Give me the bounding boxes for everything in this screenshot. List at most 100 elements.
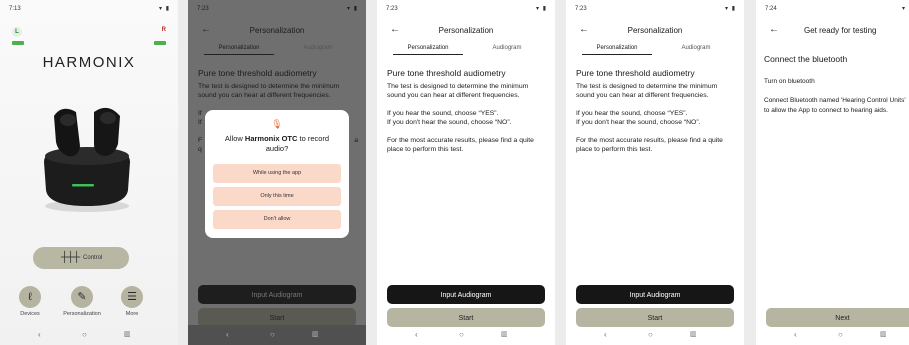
tab-more[interactable]: ☰ More bbox=[102, 286, 162, 317]
question-prefix: Allow bbox=[224, 134, 245, 143]
page-title: Get ready for testing bbox=[804, 26, 877, 35]
right-ear-indicator: R bbox=[161, 27, 166, 33]
section-heading: Pure tone threshold audiometry bbox=[576, 68, 695, 78]
status-bar: 7:24 ▾ ▮ bbox=[756, 0, 909, 16]
section-heading: Pure tone threshold audiometry bbox=[198, 68, 317, 78]
section-heading: Pure tone threshold audiometry bbox=[387, 68, 506, 78]
nav-recents-icon[interactable]: ▥ bbox=[880, 330, 887, 338]
get-ready-screen: 7:24 ▾ ▮ ← Get ready for testing Connect… bbox=[756, 0, 909, 345]
input-audiogram-button[interactable]: Input Audiogram bbox=[576, 285, 734, 304]
tab-more-label: More bbox=[125, 311, 139, 317]
page-title: Personalization bbox=[627, 26, 683, 35]
menu-icon: ☰ bbox=[121, 286, 143, 308]
status-icons: ▾ ▮ bbox=[902, 6, 909, 12]
tab-audiogram[interactable]: Audiogram bbox=[283, 45, 353, 54]
section-heading: Connect the bluetooth bbox=[764, 54, 848, 64]
app-header: ← Personalization bbox=[377, 22, 555, 38]
description-text: The test is designed to determine the mi… bbox=[198, 83, 340, 100]
control-button-label: Control bbox=[83, 255, 103, 261]
nav-back-icon[interactable]: ‹ bbox=[604, 330, 607, 339]
tab-bar: Personalization Audiogram bbox=[377, 45, 555, 59]
system-nav-bar: ‹ ○ ▥ bbox=[566, 325, 744, 345]
allow-once-button[interactable]: Only this time bbox=[213, 187, 341, 206]
nav-recents-icon[interactable]: ▥ bbox=[690, 330, 697, 338]
tab-personalization[interactable]: Personalization bbox=[204, 45, 274, 55]
nav-back-icon[interactable]: ‹ bbox=[794, 330, 797, 339]
sliders-icon: ┼┼┼ bbox=[61, 252, 80, 263]
instruction-yes: If you hear the sound, choose “YES”. bbox=[576, 109, 688, 117]
microphone-icon: 🎙 bbox=[271, 119, 283, 129]
quiet-place-note: For the most accurate results, please fi… bbox=[576, 136, 723, 154]
instruction-turn-on: Turn on bluetooth bbox=[764, 78, 815, 85]
nav-back-icon[interactable]: ‹ bbox=[226, 330, 229, 339]
right-battery-icon bbox=[154, 41, 166, 45]
nav-home-icon[interactable]: ○ bbox=[838, 330, 843, 339]
test-description: Pure tone threshold audiometry The test … bbox=[576, 68, 736, 162]
nav-home-icon[interactable]: ○ bbox=[648, 330, 653, 339]
personalization-permission-screen: 7:23 ▾ ▮ ← Personalization Personalizati… bbox=[188, 0, 366, 345]
status-time: 7:23 bbox=[575, 6, 587, 12]
nav-recents-icon[interactable]: ▥ bbox=[501, 330, 508, 338]
tab-bar: Personalization Audiogram bbox=[566, 45, 744, 59]
system-nav-bar: ‹ ○ ▥ bbox=[377, 325, 555, 345]
permission-dialog: 🎙 Allow Harmonix OTC to record audio? Wh… bbox=[205, 110, 349, 238]
tab-personalization[interactable]: Personalization bbox=[582, 45, 652, 55]
ear-icon: ℓ bbox=[19, 286, 41, 308]
allow-while-using-button[interactable]: While using the app bbox=[213, 164, 341, 183]
nav-back-icon[interactable]: ‹ bbox=[38, 330, 41, 339]
nav-home-icon[interactable]: ○ bbox=[459, 330, 464, 339]
status-time: 7:23 bbox=[197, 6, 209, 12]
status-time: 7:23 bbox=[386, 6, 398, 12]
brand-logo: HARMONIX bbox=[42, 54, 136, 71]
control-button[interactable]: ┼┼┼ Control bbox=[33, 247, 129, 269]
system-nav-bar: ‹ ○ ▥ bbox=[756, 325, 909, 345]
nav-recents-icon[interactable]: ▥ bbox=[124, 330, 131, 338]
instruction-connect: Connect Bluetooth named 'Hearing Control… bbox=[764, 97, 906, 114]
earbuds-case-image bbox=[44, 107, 130, 212]
deny-button[interactable]: Don't allow bbox=[213, 210, 341, 229]
status-bar: 7:23 ▾ ▮ bbox=[377, 0, 555, 16]
nav-home-icon[interactable]: ○ bbox=[270, 330, 275, 339]
edit-icon: ✎ bbox=[71, 286, 93, 308]
personalization-screen-2: 7:23 ▾ ▮ ← Personalization Personalizati… bbox=[566, 0, 744, 345]
status-icons: ▾ ▮ bbox=[159, 6, 170, 12]
left-ear-indicator: L bbox=[12, 27, 22, 37]
status-bar: 7:23 ▾ ▮ bbox=[566, 0, 744, 16]
app-header: ← Personalization bbox=[566, 22, 744, 38]
tab-personalization[interactable]: Personalization bbox=[393, 45, 463, 55]
page-title: Personalization bbox=[249, 26, 305, 35]
system-nav-bar: ‹ ○ ▥ bbox=[0, 325, 178, 345]
status-icons: ▾ ▮ bbox=[347, 6, 358, 12]
description-fragment-start: F bbox=[198, 136, 203, 144]
page-title: Personalization bbox=[438, 26, 494, 35]
description-text: The test is designed to determine the mi… bbox=[576, 83, 718, 100]
personalization-screen: 7:23 ▾ ▮ ← Personalization Personalizati… bbox=[377, 0, 555, 345]
app-name: Harmonix OTC bbox=[244, 134, 298, 143]
instruction-yes: If you hear the sound, choose “YES”. bbox=[387, 109, 499, 117]
tab-bar: Personalization Audiogram bbox=[188, 45, 366, 59]
status-bar: 7:23 ▾ ▮ bbox=[188, 0, 366, 16]
permission-question: Allow Harmonix OTC to record audio? bbox=[213, 134, 341, 154]
app-header: ← Get ready for testing bbox=[756, 22, 909, 38]
input-audiogram-button[interactable]: Input Audiogram bbox=[198, 285, 356, 304]
nav-home-icon[interactable]: ○ bbox=[82, 330, 87, 339]
left-battery-icon bbox=[12, 41, 24, 45]
tab-devices[interactable]: ℓ Devices bbox=[0, 286, 60, 317]
tab-audiogram[interactable]: Audiogram bbox=[661, 45, 731, 54]
tab-audiogram[interactable]: Audiogram bbox=[472, 45, 542, 54]
nav-recents-icon[interactable]: ▥ bbox=[312, 330, 319, 338]
bluetooth-instructions: Connect the bluetooth Turn on bluetooth … bbox=[764, 54, 909, 125]
instruction-no: If you don't hear the sound, choose “NO”… bbox=[387, 119, 512, 127]
status-bar: 7:13 ▾ ▮ bbox=[0, 0, 178, 16]
status-time: 7:13 bbox=[9, 6, 21, 12]
input-audiogram-button[interactable]: Input Audiogram bbox=[387, 285, 545, 304]
description-fragment-end: a bbox=[354, 136, 358, 144]
status-icons: ▾ ▮ bbox=[725, 6, 736, 12]
nav-back-icon[interactable]: ‹ bbox=[415, 330, 418, 339]
home-screen: 7:13 ▾ ▮ L R HARMONIX ┼┼┼ Control ℓ Devi… bbox=[0, 0, 178, 345]
quiet-place-note: For the most accurate results, please fi… bbox=[387, 136, 534, 154]
description-text: The test is designed to determine the mi… bbox=[387, 83, 529, 100]
app-header: ← Personalization bbox=[188, 22, 366, 38]
status-time: 7:24 bbox=[765, 6, 777, 12]
system-nav-bar: ‹ ○ ▥ bbox=[188, 325, 366, 345]
